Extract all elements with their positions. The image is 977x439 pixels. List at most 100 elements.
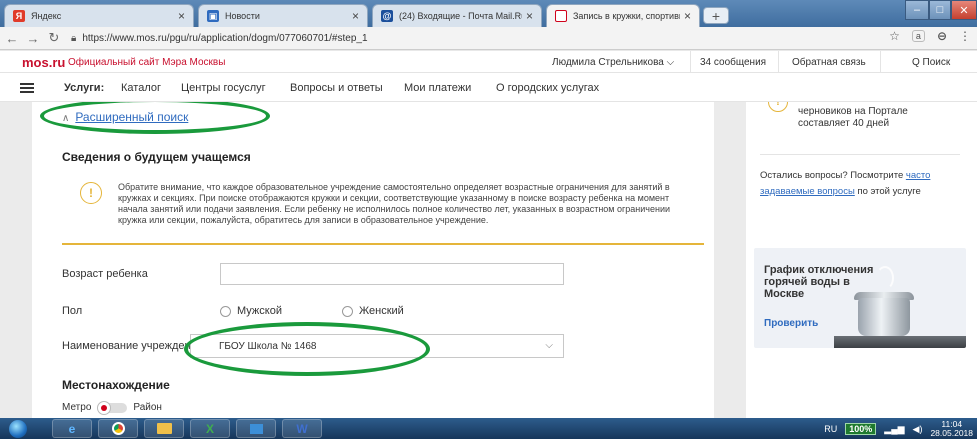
close-icon[interactable]: × [684,9,691,23]
sidebar: ! черновиков на Портале составляет 40 дн… [746,102,977,418]
institution-value: ГБОУ Школа № 1468 [219,340,317,352]
system-tray: RU 100% ▂▄▆ ◀) 11:04 28.05.2018 [824,420,973,438]
clock-date: 28.05.2018 [930,428,973,438]
news-favicon-icon: ▣ [207,10,219,22]
tab-mail[interactable]: @ (24) Входящие - Почта Mail.Ru × [372,4,542,27]
volume-icon[interactable]: ◀) [913,424,923,435]
drafts-info: черновиков на Портале составляет 40 дней [798,106,908,129]
warning-icon: ! [768,102,788,112]
gender-male-label: Мужской [237,305,282,317]
address-bar: ← → ↻ 🔒︎ https://www.mos.ru/pgu/ru/appli… [0,27,977,50]
gender-male-radio[interactable]: Мужской [220,305,282,317]
hot-water-banner[interactable]: График отключения горячей воды в Москве … [754,248,966,348]
account-icon[interactable]: ⊖ [937,29,947,43]
advanced-search-label: Расширенный поиск [75,110,189,124]
district-label: Район [133,402,162,413]
institution-label: Наименование учреждения [62,340,203,352]
url-text: https://www.mos.ru/pgu/ru/application/do… [82,32,368,44]
lock-icon: 🔒︎ [71,32,77,44]
age-input[interactable] [220,263,564,285]
advanced-search-toggle[interactable]: ∧ Расширенный поиск [62,110,188,124]
chevron-up-icon: ∧ [62,113,70,124]
tab-title: Новости [225,11,260,21]
new-tab-button[interactable]: + [703,7,729,24]
services-label: Услуги: [64,82,105,94]
radio-circle [342,305,353,317]
questions-prefix: Остались вопросы? Посмотрите [760,170,906,181]
feedback-link[interactable]: Обратная связь [792,57,866,68]
url-field[interactable]: 🔒︎ https://www.mos.ru/pgu/ru/application… [71,29,891,48]
mos-favicon-icon [555,10,567,22]
chevron-down-icon: ⌵ [545,340,553,351]
tab-title: Запись в кружки, спортивные с [573,11,680,21]
close-icon[interactable]: × [526,9,533,23]
battery-indicator[interactable]: 100% [845,423,877,435]
section-title: Сведения о будущем учащемся [62,150,251,164]
close-icon[interactable]: × [178,9,185,23]
messages-link[interactable]: 34 сообщения [700,57,766,68]
tab-news[interactable]: ▣ Новости × [198,4,368,27]
extension-icon[interactable]: a [911,30,925,42]
site-name[interactable]: Официальный сайт Мэра Москвы [68,57,225,68]
divider [880,51,881,73]
site-header: mos.ru Официальный сайт Мэра Москвы Людм… [0,51,977,73]
warning-icon: ! [80,182,102,204]
minimize-button[interactable]: – [905,0,929,20]
nav-catalog[interactable]: Каталог [121,82,161,94]
location-title: Местонахождение [62,378,170,392]
stove-image [834,336,966,348]
media-taskbar-icon[interactable] [236,419,276,438]
word-taskbar-icon[interactable]: W [282,419,322,438]
location-toggle-row: Метро Район [62,400,162,415]
browser-tab-strip: Я Яндекс × ▣ Новости × @ (24) Входящие -… [0,0,977,27]
tab-title: Яндекс [31,11,62,21]
maximize-button[interactable]: □ [929,0,951,20]
network-icon[interactable]: ▂▄▆ [884,424,904,435]
tab-yandex[interactable]: Я Яндекс × [4,4,194,27]
nav-payments[interactable]: Мои платежи [404,82,471,94]
mos-logo[interactable]: mos.ru [22,55,65,70]
language-indicator[interactable]: RU [824,424,837,434]
questions-suffix: по этой услуге [854,186,921,197]
nav-faq[interactable]: Вопросы и ответы [290,82,383,94]
divider [760,154,960,155]
explorer-taskbar-icon[interactable] [144,419,184,438]
chrome-taskbar-icon[interactable] [98,419,138,438]
menu-dots-icon[interactable]: ⋮ [959,29,971,43]
services-nav: Услуги: Каталог Центры госуслуг Вопросы … [0,73,977,102]
gender-female-label: Женский [359,305,404,317]
yandex-favicon-icon: Я [13,10,25,22]
forward-arrow-icon[interactable]: → [24,29,42,47]
metro-label: Метро [62,402,92,413]
banner-check-link[interactable]: Проверить [764,318,818,329]
hamburger-menu-icon[interactable] [20,83,34,93]
excel-taskbar-icon[interactable]: X [190,419,230,438]
nav-about-services[interactable]: О городских услугах [496,82,599,94]
questions-block: Остались вопросы? Посмотрите часто задав… [760,168,960,200]
close-icon[interactable]: × [352,9,359,23]
windows-logo-icon [9,419,27,438]
page-body: ∧ Расширенный поиск Сведения о будущем уч… [0,102,977,418]
reload-icon[interactable]: ↻ [45,29,63,47]
notice-divider [62,243,704,245]
institution-select[interactable]: ГБОУ Школа № 1468 ⌵ [190,334,564,358]
taskbar: e X W RU 100% ▂▄▆ ◀) 11:04 28.05.2018 [0,418,977,439]
bookmark-star-icon[interactable]: ☆ [889,29,900,43]
pot-image [858,298,910,336]
user-menu[interactable]: Людмила Стрельникова ⌵ [552,57,674,68]
clock[interactable]: 11:04 28.05.2018 [930,420,973,438]
metro-district-toggle[interactable] [97,400,128,415]
search-link[interactable]: Q Поиск [912,57,950,68]
tab-mos-active[interactable]: Запись в кружки, спортивные с × [546,4,700,27]
window-close-button[interactable]: ✕ [951,0,977,20]
tab-title: (24) Входящие - Почта Mail.Ru [399,11,522,21]
age-notice: Обратите внимание, что каждое образовате… [118,182,671,225]
radio-circle [220,305,231,317]
back-arrow-icon[interactable]: ← [3,29,21,47]
nav-service-centers[interactable]: Центры госуслуг [181,82,266,94]
ie-taskbar-icon[interactable]: e [52,419,92,438]
gender-female-radio[interactable]: Женский [342,305,404,317]
toggle-knob [97,400,112,415]
start-button[interactable] [2,418,34,439]
gender-label: Пол [62,305,83,317]
